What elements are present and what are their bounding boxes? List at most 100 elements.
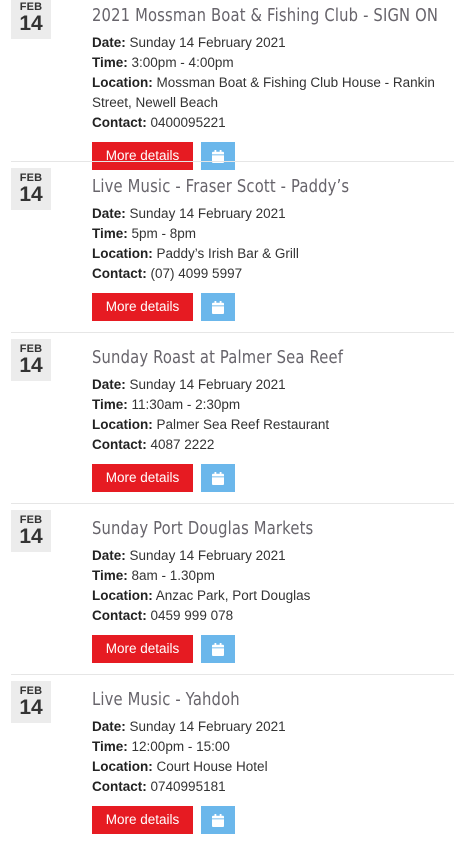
event-item: FEB 14 Live Music - Yahdoh Date: Sunday … [0, 674, 464, 845]
time-label: Time: [92, 55, 128, 70]
event-time: 12:00pm - 15:00 [131, 739, 230, 754]
event-content: Live Music - Yahdoh Date: Sunday 14 Febr… [92, 688, 448, 834]
event-actions: More details [92, 806, 448, 834]
time-label: Time: [92, 397, 128, 412]
contact-label: Contact: [92, 266, 147, 281]
more-details-button[interactable]: More details [92, 635, 193, 663]
event-location: Court House Hotel [156, 759, 268, 774]
event-contact-row: Contact: 0740995181 [92, 777, 448, 797]
event-contact: 0459 999 078 [150, 608, 234, 623]
location-label: Location: [92, 417, 153, 432]
date-day: 14 [19, 354, 43, 377]
date-label: Date: [92, 719, 126, 734]
event-time: 11:30am - 2:30pm [131, 397, 241, 412]
more-details-button[interactable]: More details [92, 464, 193, 492]
date-day: 14 [19, 12, 43, 35]
event-time: 5pm - 8pm [131, 226, 197, 241]
event-date: Sunday 14 February 2021 [129, 377, 286, 392]
more-details-button[interactable]: More details [92, 293, 193, 321]
event-title[interactable]: Sunday Port Douglas Markets [92, 517, 384, 541]
event-content: Sunday Roast at Palmer Sea Reef Date: Su… [92, 346, 448, 492]
date-badge: FEB 14 [11, 510, 51, 552]
event-date-row: Date: Sunday 14 February 2021 [92, 33, 448, 53]
event-title[interactable]: Sunday Roast at Palmer Sea Reef [92, 346, 384, 370]
time-label: Time: [92, 739, 128, 754]
contact-label: Contact: [92, 608, 147, 623]
event-location-row: Location: Mossman Boat & Fishing Club Ho… [92, 73, 448, 113]
event-divider [11, 503, 454, 504]
event-location-row: Location: Court House Hotel [92, 757, 448, 777]
date-day: 14 [19, 696, 43, 719]
event-contact-row: Contact: 0459 999 078 [92, 606, 448, 626]
event-contact-row: Contact: 0400095221 [92, 113, 448, 133]
date-label: Date: [92, 206, 126, 221]
event-list: FEB 14 2021 Mossman Boat & Fishing Club … [0, 0, 464, 845]
event-time-row: Time: 12:00pm - 15:00 [92, 737, 448, 757]
event-contact-row: Contact: (07) 4099 5997 [92, 264, 448, 284]
event-location-row: Location: Palmer Sea Reef Restaurant [92, 415, 448, 435]
date-day: 14 [19, 183, 43, 206]
event-date-row: Date: Sunday 14 February 2021 [92, 546, 448, 566]
event-contact-row: Contact: 4087 2222 [92, 435, 448, 455]
event-details: Date: Sunday 14 February 2021 Time: 8am … [92, 546, 448, 626]
event-content: Sunday Port Douglas Markets Date: Sunday… [92, 517, 448, 663]
add-to-calendar-button[interactable] [201, 635, 235, 663]
event-content: Live Music - Fraser Scott - Paddy’s Date… [92, 175, 448, 321]
event-location: Anzac Park, Port Douglas [155, 588, 311, 603]
add-to-calendar-button[interactable] [201, 293, 235, 321]
event-date: Sunday 14 February 2021 [129, 35, 286, 50]
add-to-calendar-button[interactable] [201, 806, 235, 834]
calendar-icon [212, 471, 224, 485]
event-contact: 0400095221 [150, 115, 226, 130]
event-time-row: Time: 5pm - 8pm [92, 224, 448, 244]
date-badge: FEB 14 [11, 168, 51, 210]
more-details-button[interactable]: More details [92, 806, 193, 834]
event-date: Sunday 14 February 2021 [129, 719, 286, 734]
date-badge: FEB 14 [11, 681, 51, 723]
event-item: FEB 14 Sunday Port Douglas Markets Date:… [0, 503, 464, 674]
event-item: FEB 14 Sunday Roast at Palmer Sea Reef D… [0, 332, 464, 503]
date-day: 14 [19, 525, 43, 548]
time-label: Time: [92, 226, 128, 241]
event-time: 8am - 1.30pm [131, 568, 215, 583]
event-divider [11, 332, 454, 333]
event-title[interactable]: Live Music - Fraser Scott - Paddy’s [92, 175, 384, 199]
add-to-calendar-button[interactable] [201, 464, 235, 492]
contact-label: Contact: [92, 437, 147, 452]
location-label: Location: [92, 75, 153, 90]
event-content: 2021 Mossman Boat & Fishing Club - SIGN … [92, 4, 448, 170]
event-time-row: Time: 8am - 1.30pm [92, 566, 448, 586]
location-label: Location: [92, 246, 153, 261]
event-item: FEB 14 Live Music - Fraser Scott - Paddy… [0, 161, 464, 332]
calendar-icon [212, 813, 224, 827]
event-details: Date: Sunday 14 February 2021 Time: 5pm … [92, 204, 448, 284]
event-date-row: Date: Sunday 14 February 2021 [92, 717, 448, 737]
event-date: Sunday 14 February 2021 [129, 548, 286, 563]
contact-label: Contact: [92, 779, 147, 794]
date-badge: FEB 14 [11, 339, 51, 381]
event-date-row: Date: Sunday 14 February 2021 [92, 204, 448, 224]
event-actions: More details [92, 293, 448, 321]
location-label: Location: [92, 759, 153, 774]
date-badge: FEB 14 [11, 0, 51, 39]
event-divider [11, 161, 454, 162]
event-location: Paddy’s Irish Bar & Grill [156, 246, 299, 261]
calendar-icon [212, 300, 224, 314]
event-details: Date: Sunday 14 February 2021 Time: 3:00… [92, 33, 448, 133]
time-label: Time: [92, 568, 128, 583]
event-contact: 0740995181 [150, 779, 226, 794]
event-details: Date: Sunday 14 February 2021 Time: 12:0… [92, 717, 448, 797]
event-actions: More details [92, 464, 448, 492]
calendar-icon [212, 642, 224, 656]
event-actions: More details [92, 635, 448, 663]
contact-label: Contact: [92, 115, 147, 130]
event-time-row: Time: 11:30am - 2:30pm [92, 395, 448, 415]
event-title[interactable]: 2021 Mossman Boat & Fishing Club - SIGN … [92, 4, 438, 28]
event-date-row: Date: Sunday 14 February 2021 [92, 375, 448, 395]
date-label: Date: [92, 377, 126, 392]
event-contact: (07) 4099 5997 [150, 266, 243, 281]
event-title[interactable]: Live Music - Yahdoh [92, 688, 384, 712]
event-location: Palmer Sea Reef Restaurant [156, 417, 330, 432]
event-location-row: Location: Paddy’s Irish Bar & Grill [92, 244, 448, 264]
date-label: Date: [92, 35, 126, 50]
